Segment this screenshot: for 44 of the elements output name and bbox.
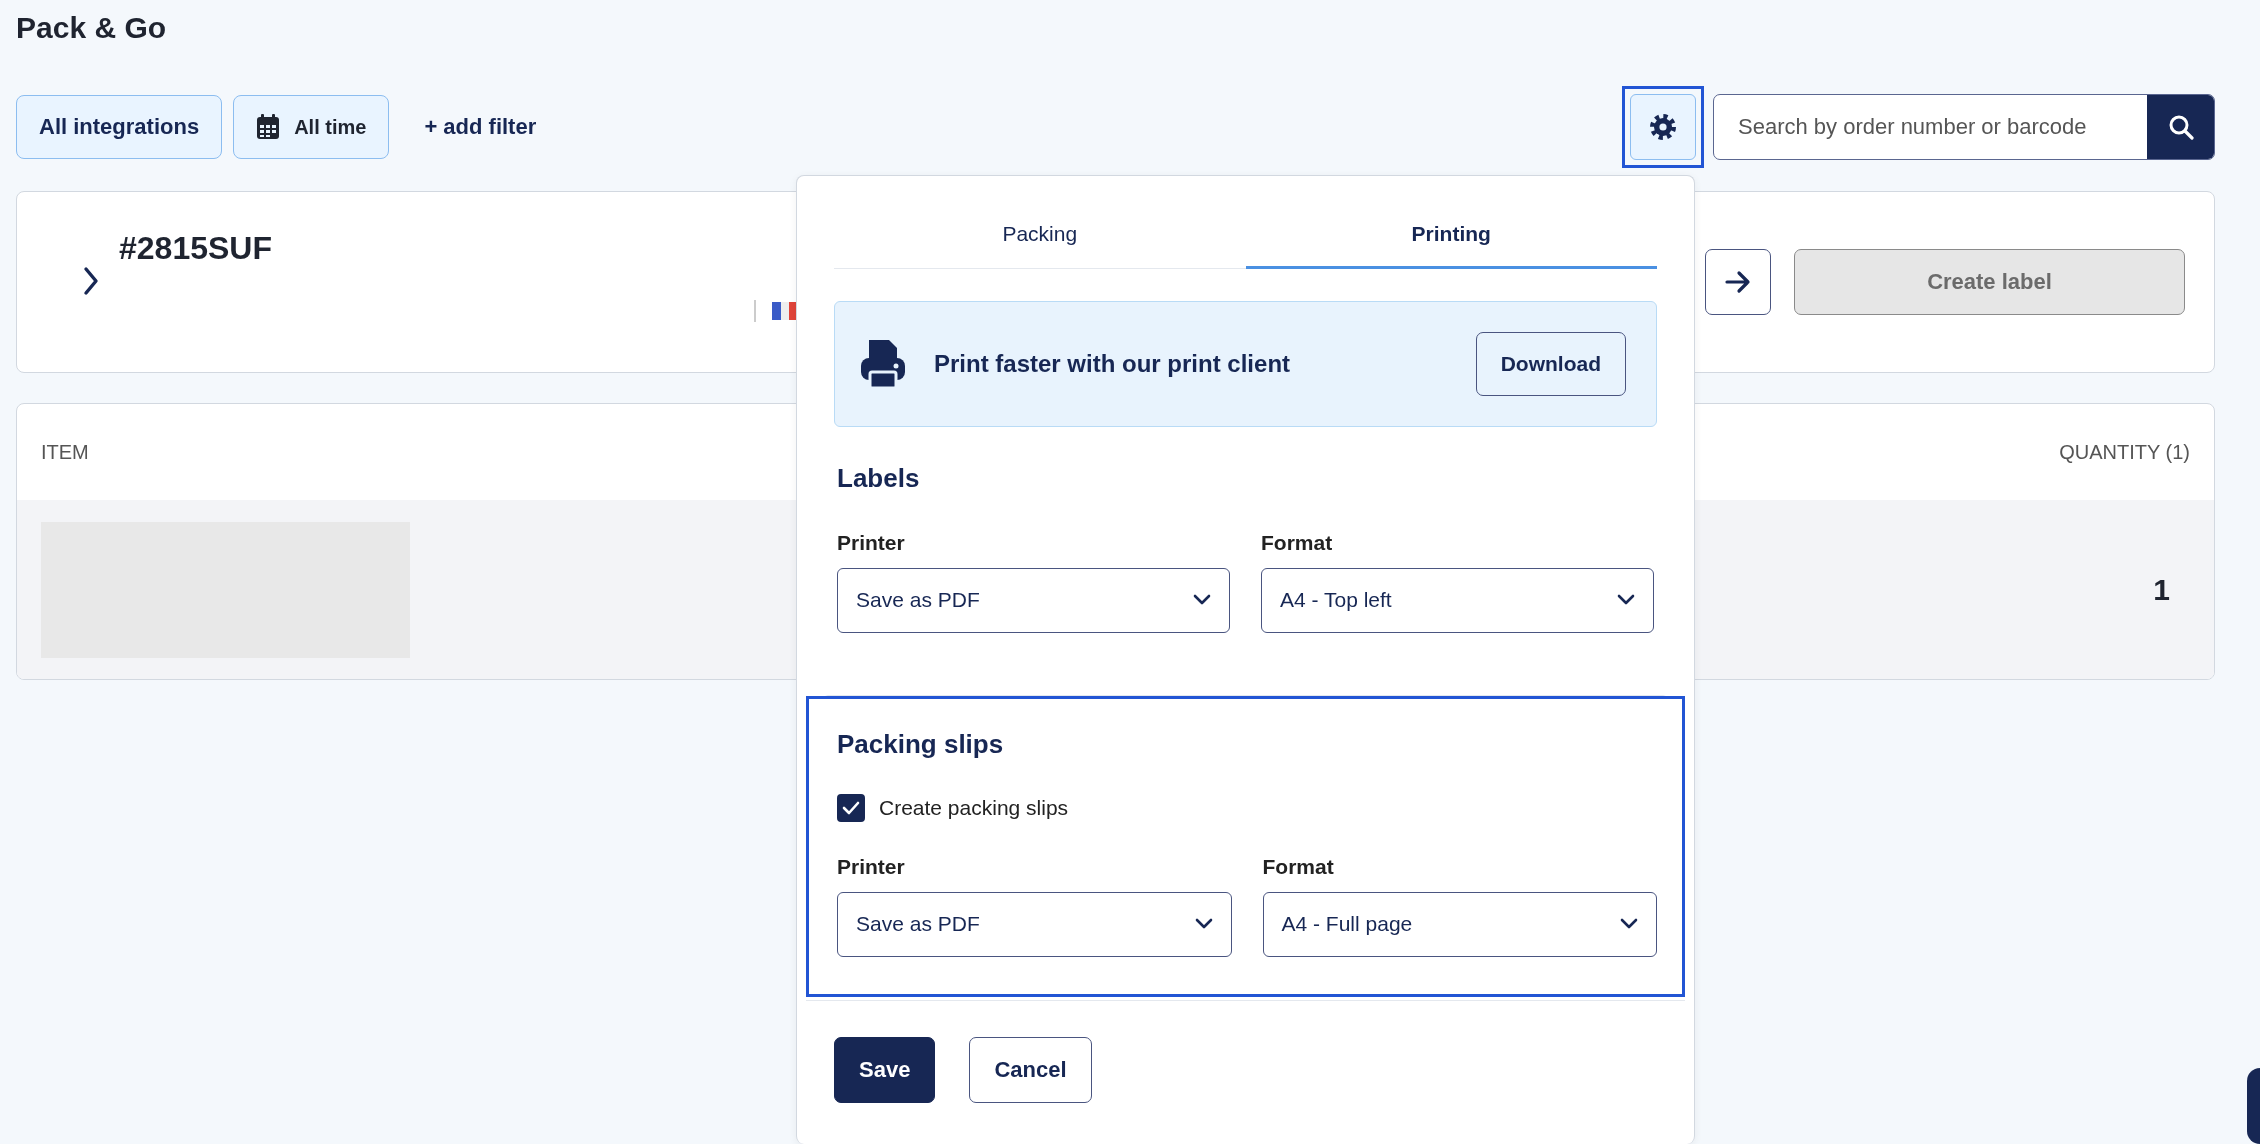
next-button[interactable] xyxy=(1705,249,1771,315)
order-number: #2815SUF xyxy=(119,230,272,267)
checkbox[interactable] xyxy=(837,793,865,822)
dropdown[interactable]: A4 - Full page xyxy=(1262,891,1657,957)
quantity-cell: 1 xyxy=(2153,573,2170,607)
add-filter-link[interactable]: + add filter xyxy=(424,114,537,140)
section-heading: Packing slips xyxy=(837,727,1005,761)
search-button[interactable] xyxy=(2147,95,2214,159)
chevron-down-icon xyxy=(1194,918,1213,930)
search-icon xyxy=(2167,114,2194,140)
expand-chevron-icon[interactable] xyxy=(83,266,99,296)
calendar-icon xyxy=(256,114,281,140)
banner-text: Print faster with our print client xyxy=(934,349,1292,378)
field-label: Format xyxy=(1261,530,1333,554)
dropdown[interactable]: Save as PDF xyxy=(837,567,1230,633)
chat-button[interactable] xyxy=(2247,1068,2260,1144)
filter-button[interactable]: All time xyxy=(233,95,390,159)
download-button[interactable]: Download xyxy=(1475,331,1626,396)
search-bar[interactable]: Search by order number or barcode xyxy=(1713,94,2215,160)
search-field[interactable]: Search by order number or barcode xyxy=(1714,95,2147,159)
field-label: Printer xyxy=(837,530,905,554)
page-title: Pack & Go xyxy=(16,10,167,46)
field-label: Format xyxy=(1262,854,1334,878)
tab[interactable]: Printing xyxy=(1245,201,1657,269)
printer-icon xyxy=(860,337,906,390)
checkbox-label: Create packing slips xyxy=(879,795,1069,820)
column-header: QUANTITY (1) xyxy=(2059,440,2190,464)
column-header: ITEM xyxy=(41,440,89,464)
tab[interactable]: Packing xyxy=(834,201,1246,269)
dropdown[interactable]: A4 - Top left xyxy=(1261,567,1654,633)
cancel-button[interactable]: Cancel xyxy=(969,1036,1092,1103)
save-button[interactable]: Save xyxy=(834,1036,936,1103)
check-icon xyxy=(841,799,861,816)
settings-icon xyxy=(1649,113,1677,141)
chevron-down-icon xyxy=(1617,594,1635,606)
settings-button[interactable] xyxy=(1630,94,1696,160)
chevron-down-icon xyxy=(1193,594,1211,606)
field-label: Printer xyxy=(837,854,905,878)
filter-button[interactable]: All integrations xyxy=(16,95,223,159)
flag-icon xyxy=(772,302,798,320)
chevron-down-icon xyxy=(1620,918,1638,930)
section-heading: Labels xyxy=(837,461,921,495)
arrow-right-icon xyxy=(1724,270,1752,294)
dropdown[interactable]: Save as PDF xyxy=(837,891,1232,957)
